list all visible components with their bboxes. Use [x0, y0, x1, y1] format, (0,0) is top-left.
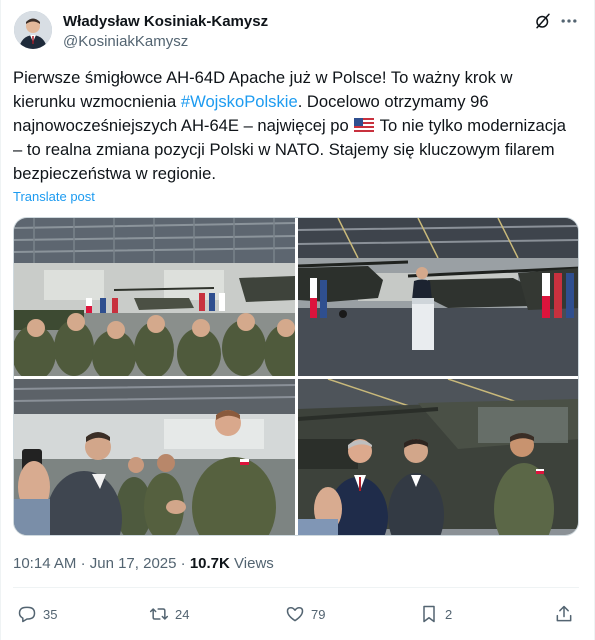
reply-icon: [18, 606, 36, 623]
like-button[interactable]: 79: [285, 603, 325, 625]
post-date[interactable]: Jun 17, 2025: [90, 555, 177, 572]
photo-officials-with-pilot[interactable]: [298, 379, 578, 535]
media-grid: [13, 217, 579, 536]
post-time[interactable]: 10:14 AM: [13, 555, 76, 572]
photo-speaker-at-podium-apache[interactable]: [298, 218, 578, 376]
repost-icon: [149, 608, 169, 620]
views-label: Views: [234, 555, 274, 572]
repost-button[interactable]: 24: [149, 603, 189, 625]
bookmark-count: 2: [445, 606, 453, 622]
repost-count: 24: [175, 606, 190, 622]
author-handle[interactable]: @KosiniakKamysz: [63, 33, 188, 50]
reply-button[interactable]: 35: [17, 603, 57, 625]
author-avatar[interactable]: [14, 11, 52, 49]
share-icon: [556, 605, 572, 622]
us-flag-icon: [354, 118, 375, 132]
tweet-card: Władysław Kosiniak-Kamysz @KosiniakKamys…: [0, 0, 595, 640]
views-count: 10.7K: [189, 555, 230, 572]
author-name[interactable]: Władysław Kosiniak-Kamysz: [63, 13, 268, 30]
post-meta: 10:14 AM · Jun 17, 2025 · 10.7K Views: [13, 555, 274, 572]
meta-separator: ·: [80, 555, 86, 572]
reply-count: 35: [43, 606, 58, 622]
post-text: Pierwsze śmigłowce AH-64D Apache już w P…: [13, 66, 573, 186]
meta-separator: ·: [180, 555, 186, 572]
bookmark-button[interactable]: 2: [419, 603, 452, 625]
more-options-icon[interactable]: [559, 11, 579, 31]
like-count: 79: [311, 606, 326, 622]
photo-soldiers-in-hangar[interactable]: [14, 218, 295, 376]
translate-post-link[interactable]: Translate post: [13, 189, 95, 204]
hashtag-link[interactable]: #WojskoPolskie: [181, 92, 298, 111]
grok-icon[interactable]: [534, 12, 552, 30]
bookmark-icon: [423, 605, 435, 623]
heart-icon: [286, 607, 304, 622]
share-button[interactable]: [554, 603, 580, 625]
photo-handshake-with-soldier[interactable]: [14, 379, 295, 535]
actions-divider: [13, 587, 579, 588]
